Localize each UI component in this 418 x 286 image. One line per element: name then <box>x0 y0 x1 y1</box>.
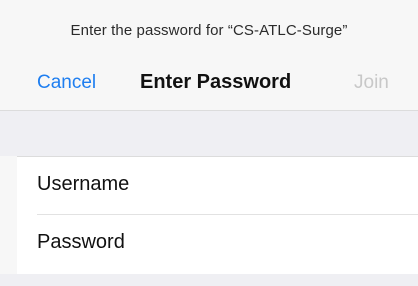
sheet-header: Enter the password for “CS-ATLC-Surge” C… <box>0 0 418 110</box>
nav-bar: Cancel Enter Password Join <box>0 68 418 98</box>
bottom-spacer <box>0 274 418 286</box>
password-field[interactable] <box>157 225 411 263</box>
section-spacer <box>0 111 418 156</box>
join-button[interactable]: Join <box>354 72 389 94</box>
cancel-button[interactable]: Cancel <box>37 72 96 94</box>
credentials-form: Username Password <box>17 156 418 275</box>
password-sheet: Enter the password for “CS-ATLC-Surge” C… <box>0 0 418 286</box>
username-row[interactable]: Username <box>17 157 418 215</box>
username-label: Username <box>37 173 130 195</box>
username-field[interactable] <box>157 167 411 205</box>
password-row[interactable]: Password <box>17 215 418 272</box>
password-label: Password <box>37 231 125 253</box>
password-prompt: Enter the password for “CS-ATLC-Surge” <box>70 22 348 39</box>
page-title: Enter Password <box>140 71 292 93</box>
